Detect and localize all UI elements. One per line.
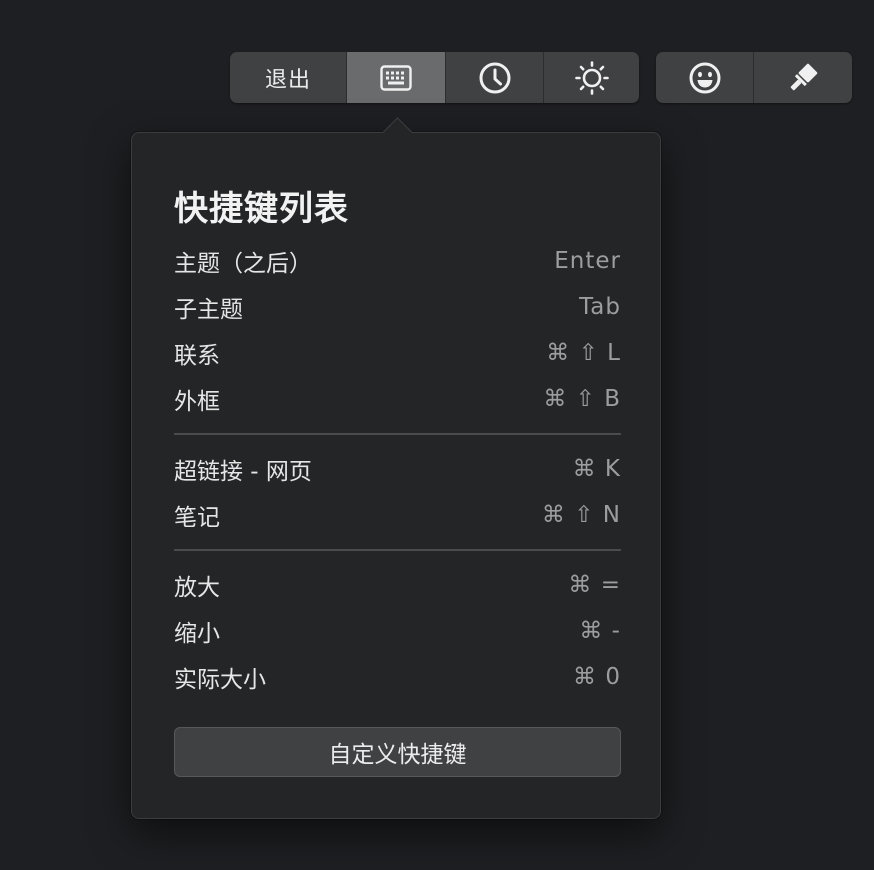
exit-button[interactable]: 退出 — [230, 52, 346, 103]
shortcut-label: 实际大小 — [174, 667, 266, 693]
shortcut-keys: Enter — [554, 248, 621, 274]
shortcut-label: 放大 — [174, 575, 220, 601]
shortcut-row: 放大 ⌘ = — [174, 562, 621, 608]
divider — [174, 549, 621, 551]
shortcut-list: 主题（之后） Enter 子主题 Tab 联系 ⌘ ⇧ L 外框 ⌘ ⇧ B 超… — [174, 238, 621, 700]
divider — [174, 433, 621, 435]
shortcut-keys: ⌘ ⇧ L — [546, 340, 621, 366]
customize-shortcuts-label: 自定义快捷键 — [328, 742, 467, 768]
shortcut-row: 超链接 - 网页 ⌘ K — [174, 446, 621, 492]
shortcut-label: 笔记 — [174, 505, 220, 531]
shortcut-keys: Tab — [579, 294, 621, 320]
popover-title: 快捷键列表 — [174, 189, 349, 229]
shortcut-label: 外框 — [174, 389, 220, 415]
keyboard-icon — [380, 64, 412, 91]
theme-button[interactable] — [543, 52, 639, 103]
shortcut-row: 缩小 ⌘ - — [174, 608, 621, 654]
shortcut-popover: 快捷键列表 主题（之后） Enter 子主题 Tab 联系 ⌘ ⇧ L 外框 ⌘… — [131, 132, 661, 819]
shortcut-keys: ⌘ ⇧ B — [543, 386, 621, 412]
shortcut-row: 笔记 ⌘ ⇧ N — [174, 492, 621, 538]
shortcut-keys: ⌘ = — [568, 572, 621, 598]
shortcut-row: 联系 ⌘ ⇧ L — [174, 330, 621, 376]
shortcut-label: 联系 — [174, 343, 220, 369]
sun-icon — [574, 60, 610, 96]
keyboard-shortcuts-button[interactable] — [346, 52, 445, 103]
shortcut-keys: ⌘ 0 — [573, 664, 621, 690]
secondary-toolbar — [656, 52, 852, 103]
shortcut-row: 子主题 Tab — [174, 284, 621, 330]
shortcut-row: 主题（之后） Enter — [174, 238, 621, 284]
emoji-button[interactable] — [656, 52, 753, 103]
history-button[interactable] — [445, 52, 543, 103]
shortcut-label: 缩小 — [174, 621, 220, 647]
customize-shortcuts-button[interactable]: 自定义快捷键 — [174, 727, 621, 777]
shortcut-row: 实际大小 ⌘ 0 — [174, 654, 621, 700]
shortcut-label: 主题（之后） — [174, 251, 312, 277]
app-stage: 退出 快捷键列表 主题（之后） Enter 子主题 Tab 联系 ⌘ ⇧ L 外… — [0, 0, 874, 870]
popover-arrow — [381, 116, 413, 133]
exit-button-label: 退出 — [264, 67, 311, 93]
shortcut-keys: ⌘ - — [579, 618, 621, 644]
shortcut-label: 子主题 — [174, 297, 243, 323]
smiley-icon — [688, 61, 722, 95]
brush-icon — [786, 61, 820, 95]
format-painter-button[interactable] — [753, 52, 852, 103]
shortcut-row: 外框 ⌘ ⇧ B — [174, 376, 621, 422]
clock-icon — [478, 61, 512, 95]
shortcut-keys: ⌘ K — [572, 456, 621, 482]
shortcut-keys: ⌘ ⇧ N — [541, 502, 621, 528]
shortcut-label: 超链接 - 网页 — [174, 459, 312, 485]
main-toolbar: 退出 — [230, 52, 639, 103]
